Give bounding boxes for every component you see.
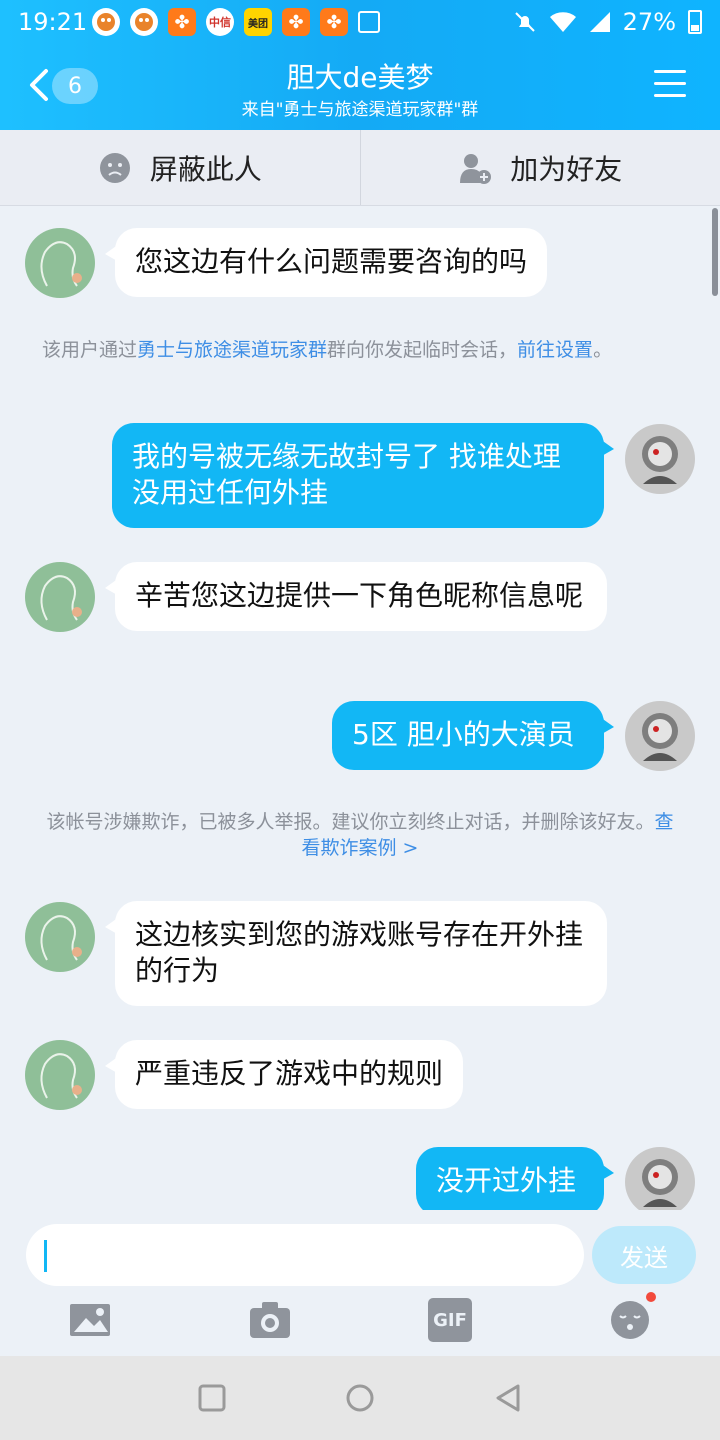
menu-icon[interactable] (654, 70, 686, 98)
contact-avatar[interactable] (25, 228, 95, 298)
message-bubble-outgoing[interactable]: 5区 胆小的大演员 (332, 701, 614, 770)
status-right: 27% (513, 8, 702, 36)
message-bubble-incoming[interactable]: 这边核实到您的游戏账号存在开外挂的行为 (105, 901, 607, 1006)
meituan-notification-icon: 美团 (244, 8, 272, 36)
scrollbar[interactable] (712, 208, 718, 296)
chat-subtitle: 来自"勇士与旅途渠道玩家群"群 (241, 100, 479, 120)
contact-avatar[interactable] (25, 902, 95, 972)
app-notification-icon (130, 8, 158, 36)
image-notification-icon (358, 11, 380, 33)
camera-icon[interactable] (248, 1298, 292, 1342)
notice-text: 群向你发起临时会话， (327, 339, 518, 361)
mute-icon (514, 12, 535, 32)
add-friend-button[interactable]: 加为好友 (359, 130, 720, 205)
header: 19:21 ✤ 中信 美团 ✤ ✤ 27% 6 胆大de美梦 来自"勇士与旅途渠… (0, 0, 720, 130)
battery-icon (688, 10, 702, 34)
back-nav-icon[interactable] (494, 1384, 522, 1412)
my-avatar[interactable] (625, 701, 695, 771)
send-button[interactable]: 发送 (592, 1226, 696, 1284)
message-bubble-incoming[interactable]: 您这边有什么问题需要咨询的吗 (104, 228, 548, 297)
new-dot-badge (646, 1292, 656, 1302)
gif-button[interactable]: GIF (428, 1298, 472, 1342)
my-avatar[interactable] (625, 424, 695, 494)
status-time: 19:21 (18, 8, 88, 36)
message-bubble-incoming[interactable]: 辛苦您这边提供一下角色昵称信息呢 (105, 562, 607, 631)
recent-apps-icon[interactable] (198, 1384, 226, 1412)
chat-title: 胆大de美梦 (286, 61, 434, 94)
contact-avatar[interactable] (25, 1040, 95, 1110)
signal-icon (589, 12, 610, 32)
emoji-icon (611, 1301, 649, 1339)
block-icon (99, 152, 130, 183)
app-notification-icon: ✤ (320, 8, 348, 36)
message-bubble-outgoing[interactable]: 没开过外挂 (416, 1147, 614, 1210)
app-notification-icon: ✤ (168, 8, 196, 36)
block-user-button[interactable]: 屏蔽此人 (0, 130, 360, 205)
action-bar: 屏蔽此人 加为好友 (0, 130, 720, 206)
image-picker-icon[interactable] (68, 1298, 112, 1342)
fraud-warning-text: 该帐号涉嫌欺诈，已被多人举报。建议你立刻终止对话，并删除该好友。 (46, 811, 655, 833)
text-cursor (44, 1240, 47, 1272)
temp-chat-notice: 该用户通过勇士与旅途渠道玩家群群向你发起临时会话，前往设置。 (42, 337, 678, 363)
contact-avatar[interactable] (25, 562, 95, 632)
add-friend-icon (460, 153, 492, 184)
home-icon[interactable] (346, 1384, 374, 1412)
app-notification-icon: ✤ (282, 8, 310, 36)
notice-text: 该用户通过 (42, 339, 138, 361)
notice-text: 。 (593, 339, 613, 361)
message-bubble-incoming[interactable]: 严重违反了游戏中的规则 (104, 1040, 464, 1109)
block-user-label: 屏蔽此人 (149, 152, 262, 186)
input-bar: 发送 GIF (0, 1210, 720, 1356)
chat-area[interactable]: 您这边有什么问题需要咨询的吗 该用户通过勇士与旅途渠道玩家群群向你发起临时会话，… (0, 206, 720, 1210)
wifi-icon (549, 12, 576, 32)
group-link[interactable]: 勇士与旅途渠道玩家群 (137, 339, 327, 361)
status-bar: 19:21 ✤ 中信 美团 ✤ ✤ 27% (0, 0, 720, 44)
settings-link[interactable]: 前往设置 (517, 339, 593, 361)
message-input[interactable] (26, 1224, 584, 1286)
app-notification-icon (92, 8, 120, 36)
add-friend-label: 加为好友 (510, 152, 623, 186)
message-bubble-outgoing[interactable]: 我的号被无缘无故封号了 找谁处理 没用过任何外挂 (112, 423, 614, 528)
system-nav-bar (0, 1356, 720, 1440)
input-toolbar: GIF (0, 1292, 720, 1346)
battery-percent: 27% (622, 8, 676, 36)
emoji-button[interactable] (608, 1292, 656, 1342)
fraud-warning-notice: 该帐号涉嫌欺诈，已被多人举报。建议你立刻终止对话，并删除该好友。查看欺诈案例 > (46, 809, 674, 861)
bank-notification-icon: 中信 (206, 8, 234, 36)
my-avatar[interactable] (625, 1147, 695, 1210)
notification-icons: ✤ 中信 美团 ✤ ✤ (92, 8, 380, 36)
